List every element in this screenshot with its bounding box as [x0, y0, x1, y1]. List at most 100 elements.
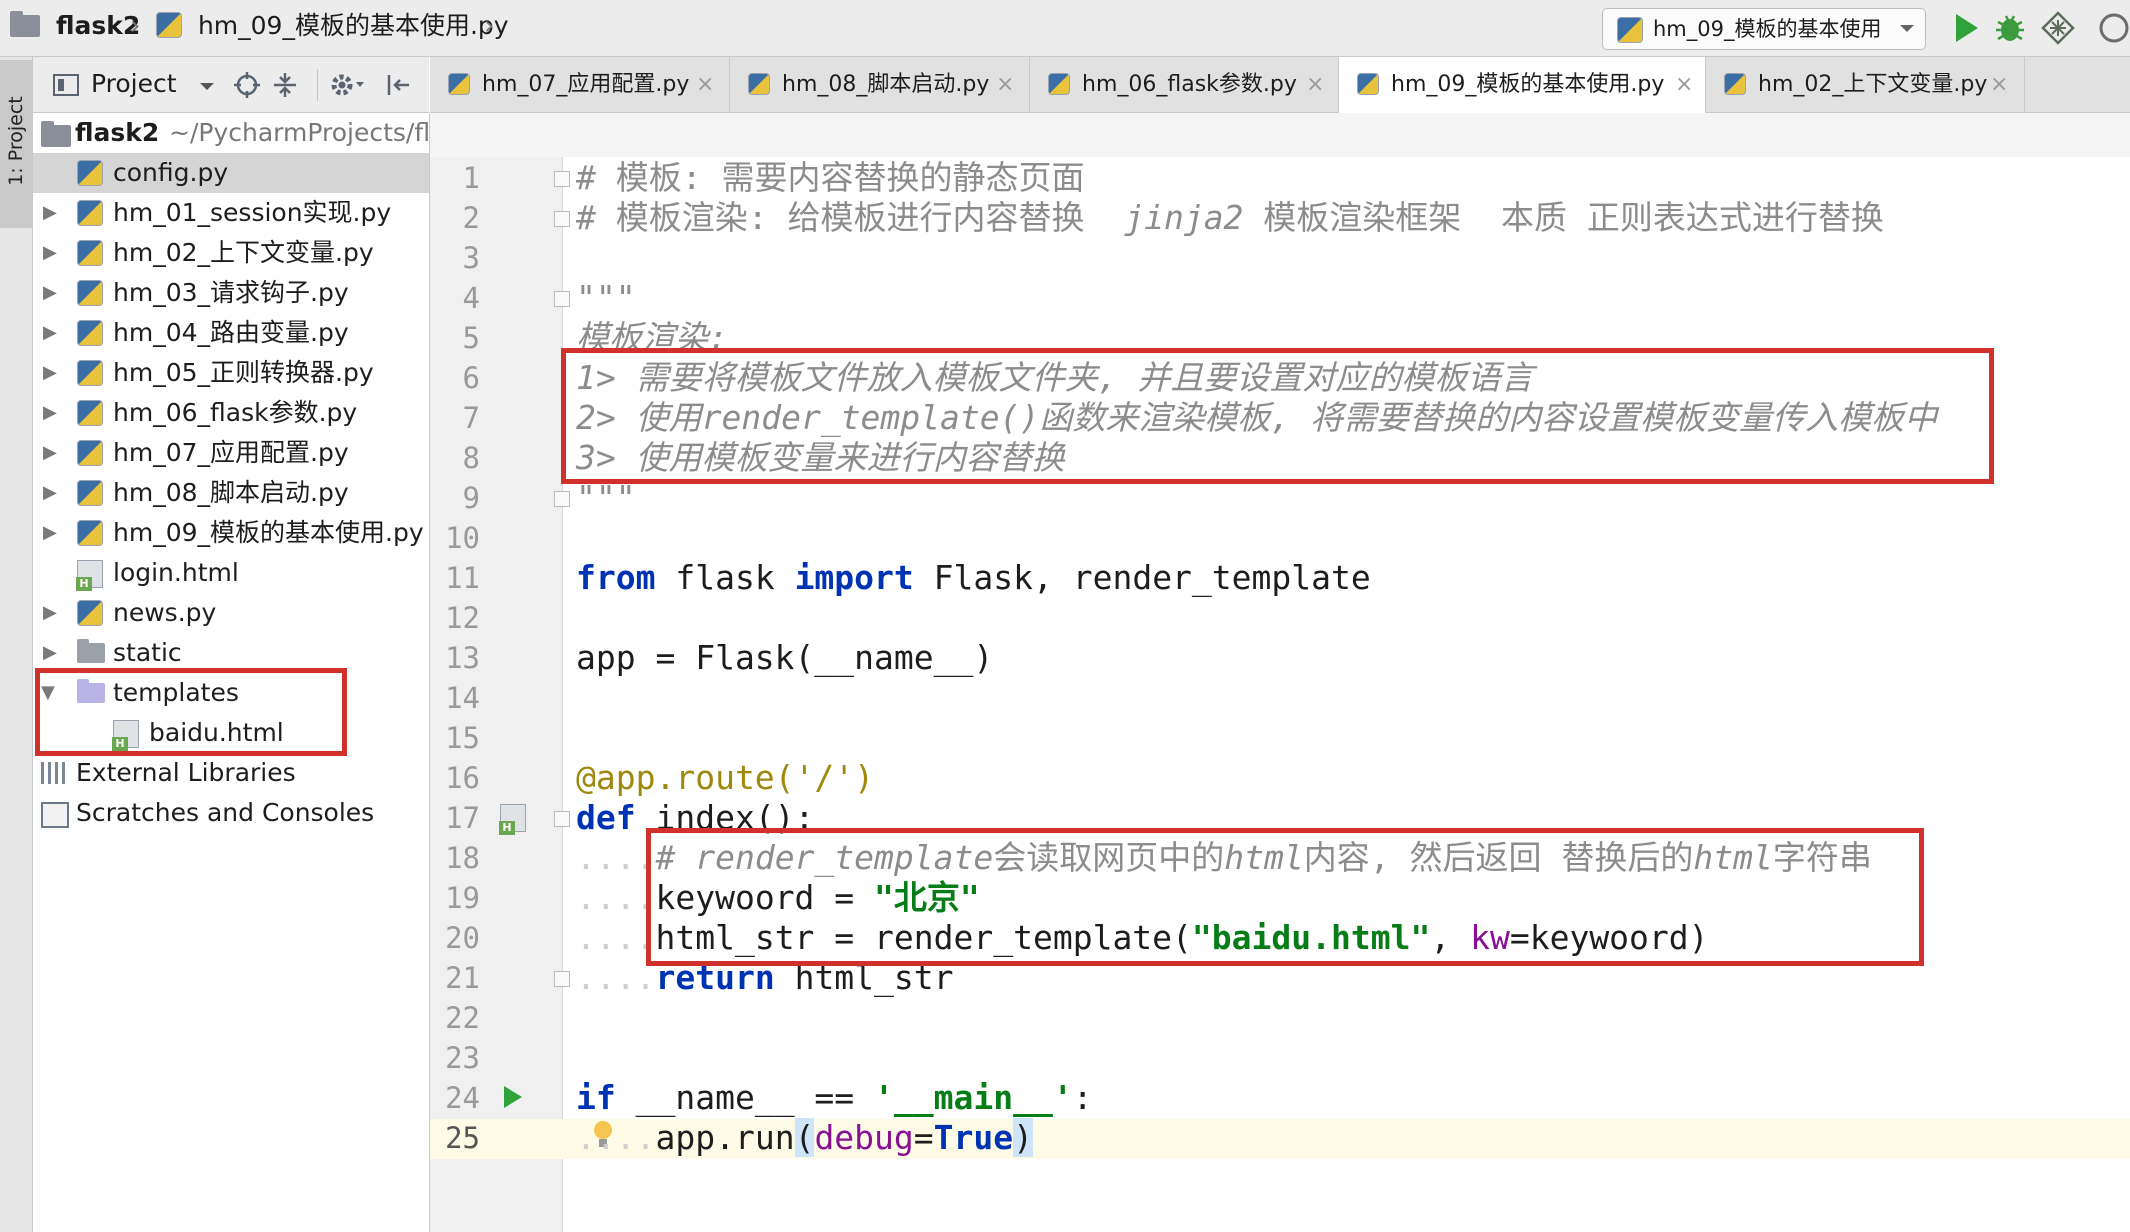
chevron-down-icon: [1900, 25, 1914, 32]
line-number: 2: [462, 201, 480, 235]
locate-file-icon[interactable]: [233, 71, 261, 99]
fold-marker-icon[interactable]: [554, 171, 570, 187]
python-file-icon: [77, 240, 103, 266]
line-number: 7: [462, 401, 480, 435]
keyword: def: [576, 798, 636, 837]
comment: # 模板: 需要内容替换的静态页面: [576, 158, 1085, 197]
python-file-icon: [77, 320, 103, 346]
tree-item-hm07[interactable]: ▶ hm_07_应用配置.py: [33, 433, 429, 473]
tree-item-hm06[interactable]: ▶ hm_06_flask参数.py: [33, 393, 429, 433]
expand-arrow-icon[interactable]: ▶: [43, 593, 57, 633]
tree-item-static[interactable]: ▶ static: [33, 633, 429, 673]
code-text: =: [913, 1118, 934, 1157]
tree-item-hm01[interactable]: ▶ hm_01_session实现.py: [33, 193, 429, 233]
tree-item-label: config.py: [113, 158, 229, 187]
project-view-selector[interactable]: Project: [91, 67, 215, 101]
expand-arrow-icon[interactable]: ▶: [43, 193, 57, 233]
project-panel-title: Project: [91, 69, 177, 98]
tab-hm07[interactable]: hm_07_应用配置.py ×: [430, 57, 730, 112]
tab-hm08[interactable]: hm_08_脚本启动.py ×: [730, 57, 1030, 112]
expand-arrow-icon[interactable]: ▶: [43, 313, 57, 353]
indent-guide: ....: [576, 918, 656, 957]
expand-arrow-icon[interactable]: ▶: [43, 273, 57, 313]
close-icon[interactable]: ×: [1306, 57, 1324, 112]
line-number: 16: [445, 761, 480, 795]
tree-item-hm02[interactable]: ▶ hm_02_上下文变量.py: [33, 233, 429, 273]
tree-item-external-libraries[interactable]: External Libraries: [33, 753, 429, 793]
tab-hm06[interactable]: hm_06_flask参数.py ×: [1030, 57, 1339, 112]
breadcrumb-file[interactable]: hm_09_模板的基本使用.py: [156, 8, 509, 44]
code-text: flask: [655, 558, 795, 597]
tab-hm09[interactable]: hm_09_模板的基本使用.py ×: [1339, 57, 1706, 115]
code-editor[interactable]: [563, 157, 2130, 1232]
fold-marker-icon[interactable]: [554, 491, 570, 507]
matched-brace: ): [1013, 1118, 1034, 1157]
function-body-highlight-box: [646, 828, 1924, 966]
breadcrumb-project[interactable]: flask2: [10, 8, 140, 44]
tree-item-hm09[interactable]: ▶ hm_09_模板的基本使用.py: [33, 513, 429, 553]
close-icon[interactable]: ×: [1675, 57, 1693, 112]
run-gutter-icon[interactable]: [502, 1084, 524, 1110]
tree-item-scratches[interactable]: Scratches and Consoles: [33, 793, 429, 833]
expand-arrow-icon[interactable]: ▶: [43, 233, 57, 273]
python-file-icon: [1617, 17, 1643, 43]
matched-brace: (: [794, 1118, 815, 1157]
breadcrumb-separator-icon: ›: [130, 11, 141, 41]
close-icon[interactable]: ×: [996, 57, 1014, 112]
close-icon[interactable]: ×: [696, 57, 714, 112]
tree-item-config[interactable]: config.py: [33, 153, 429, 193]
python-file-icon: [1048, 73, 1070, 95]
line-number: 3: [462, 241, 480, 275]
expand-arrow-icon[interactable]: ▶: [43, 393, 57, 433]
fold-marker-icon[interactable]: [554, 971, 570, 987]
profile-icon[interactable]: [2096, 10, 2130, 46]
code-line-13: app = Flask(__name__): [576, 638, 993, 678]
tree-item-hm08[interactable]: ▶ hm_08_脚本启动.py: [33, 473, 429, 513]
expand-arrow-icon[interactable]: ▶: [43, 633, 57, 673]
code-text: __name__ ==: [615, 1078, 875, 1117]
tab-label: hm_07_应用配置.py: [482, 72, 690, 97]
related-template-icon[interactable]: [499, 804, 526, 835]
tree-item-hm03[interactable]: ▶ hm_03_请求钩子.py: [33, 273, 429, 313]
tree-item-login[interactable]: login.html: [33, 553, 429, 593]
line-number: 6: [462, 361, 480, 395]
keyword: from: [576, 558, 656, 597]
tree-item-label: hm_04_路由变量.py: [113, 318, 349, 347]
navigation-bar: flask2 › hm_09_模板的基本使用.py › hm_09_模板的基本使…: [0, 0, 2130, 57]
run-configuration-dropdown[interactable]: hm_09_模板的基本使用: [1602, 8, 1926, 50]
fold-marker-icon[interactable]: [554, 211, 570, 227]
tree-item-hm04[interactable]: ▶ hm_04_路由变量.py: [33, 313, 429, 353]
line-number: 13: [445, 641, 480, 675]
expand-arrow-icon[interactable]: ▶: [43, 433, 57, 473]
line-number: 15: [445, 721, 480, 755]
line-number: 21: [445, 961, 480, 995]
tree-item-hm05[interactable]: ▶ hm_05_正则转换器.py: [33, 353, 429, 393]
line-number: 12: [445, 601, 480, 635]
gear-icon[interactable]: [329, 71, 367, 99]
project-root[interactable]: ▾ flask2 ~/PycharmProjects/fl: [33, 113, 429, 153]
indent-guide: ....: [576, 878, 656, 917]
debug-icon[interactable]: [1992, 10, 2028, 46]
line-number: 22: [445, 1001, 480, 1035]
expand-arrow-icon[interactable]: ▶: [43, 513, 57, 553]
expand-arrow-icon[interactable]: ▶: [43, 353, 57, 393]
collapse-all-icon[interactable]: [271, 71, 299, 99]
libraries-icon: [41, 762, 69, 784]
tree-item-label: hm_09_模板的基本使用.py: [113, 518, 424, 547]
code-line-1: # 模板: 需要内容替换的静态页面: [576, 158, 1084, 198]
hide-panel-icon[interactable]: [385, 71, 413, 99]
close-icon[interactable]: ×: [1990, 57, 2008, 112]
project-root-path: ~/PycharmProjects/fl: [169, 118, 429, 147]
fold-marker-icon[interactable]: [554, 811, 570, 827]
run-icon[interactable]: [1948, 10, 1984, 46]
coverage-icon[interactable]: [2040, 10, 2076, 46]
editor-tab-bar: hm_07_应用配置.py × hm_08_脚本启动.py × hm_06_fl…: [430, 57, 2130, 115]
expand-arrow-icon[interactable]: ▶: [43, 473, 57, 513]
fold-marker-icon[interactable]: [554, 291, 570, 307]
line-number: 10: [445, 521, 480, 555]
code-text: :: [1072, 1078, 1093, 1117]
indent-guide: ....: [576, 1118, 656, 1157]
tab-hm02[interactable]: hm_02_上下文变量.py ×: [1706, 57, 2025, 112]
tree-item-news[interactable]: ▶ news.py: [33, 593, 429, 633]
code-line-11: from flask import Flask, render_template: [576, 558, 1371, 598]
